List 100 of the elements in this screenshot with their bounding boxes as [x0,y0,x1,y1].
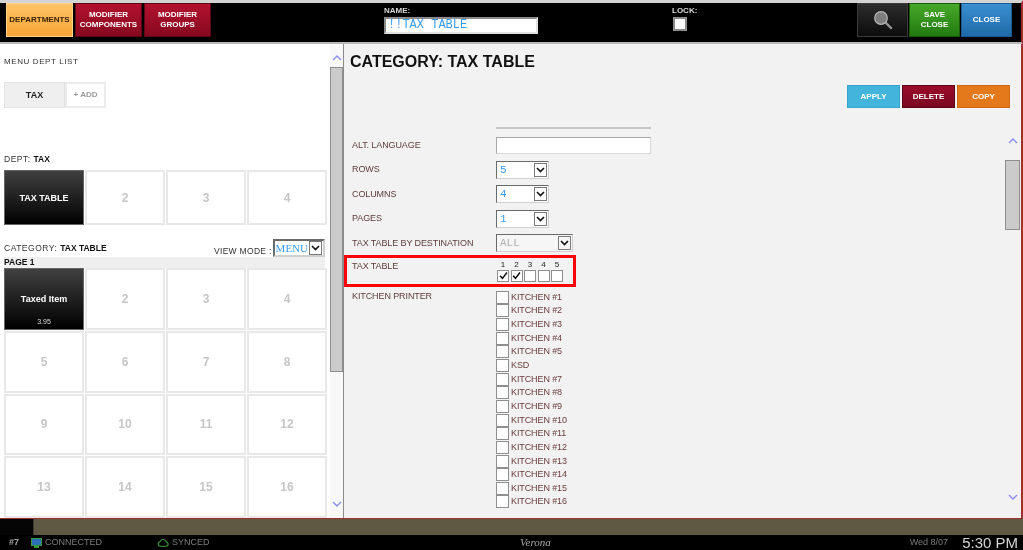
checkbox-label: KITCHEN #13 [511,455,567,467]
department-heading: DEPT: TAX [4,154,50,164]
checkbox-label: 2 [514,259,519,269]
department-tab[interactable]: TAX [4,82,65,108]
empty-slot-button[interactable]: 6 [85,330,165,393]
dropdown[interactable]: 1 [496,209,549,228]
empty-slot-button[interactable]: 13 [4,456,84,518]
checkbox-label: KITCHEN #1 [511,291,562,303]
checkbox[interactable] [496,386,509,400]
checkbox[interactable] [551,269,563,282]
empty-slot-button[interactable]: 8 [247,330,327,393]
checkbox-label: KITCHEN #8 [511,387,562,399]
checkbox-label: KITCHEN #9 [511,400,562,412]
checkbox-label: 4 [541,259,546,269]
scrollbar[interactable] [330,44,343,518]
name-field[interactable]: !!TAX TABLE [384,17,538,34]
add-button[interactable]: + ADD [65,82,106,108]
field-label: TAX TABLE BY DESTINATION [351,237,475,249]
empty-slot-button[interactable]: 10 [85,393,165,456]
computer-icon [31,537,42,548]
empty-slot-button[interactable]: 14 [85,456,165,518]
clock-time: 5:30 PM [962,535,1018,550]
checkbox[interactable] [496,359,509,372]
date: Wed 8/07 [909,537,949,548]
apply-button[interactable]: APPLY [847,85,900,108]
checkbox-label: KITCHEN #15 [511,482,567,494]
dropdown[interactable]: 5 [496,160,549,179]
chevron-down-icon [534,211,547,226]
checkbox[interactable] [537,269,550,282]
checkbox-label: KITCHEN #14 [511,469,567,481]
header-tab[interactable]: MODIFIER GROUPS [144,3,211,37]
empty-slot-button[interactable]: 15 [166,456,246,518]
empty-slot-button[interactable]: 3 [166,170,246,225]
empty-slot-button[interactable]: 9 [4,393,84,456]
chevron-down-icon[interactable] [331,501,342,507]
category-button[interactable]: TAX TABLE [4,170,84,225]
chevron-down-icon [309,241,322,255]
empty-slot-button[interactable]: 11 [166,393,246,456]
sync-status: SYNCED [172,537,210,548]
chevron-down-icon [558,236,571,251]
scrollbar-thumb[interactable] [330,67,343,372]
checkbox[interactable] [496,495,509,509]
save-close-button[interactable]: SAVE CLOSE [909,3,960,37]
cloud-icon [157,538,170,547]
checkbox-label: 1 [500,259,506,269]
checkbox[interactable] [496,481,509,495]
checkbox[interactable] [524,269,536,282]
scrollbar-thumb[interactable] [1005,160,1020,230]
empty-slot-button[interactable]: 2 [85,268,165,330]
checkbox-label: KITCHEN #11 [511,428,567,440]
chevron-down-icon [534,162,547,177]
header-tab[interactable]: DEPARTMENTS [6,3,73,37]
checkbox[interactable] [496,318,509,332]
delete-button[interactable]: DELETE [902,85,955,108]
chevron-up-icon[interactable] [331,55,342,61]
chevron-down-icon [534,187,547,202]
page-label: PAGE 1 [4,257,325,268]
close-button[interactable]: CLOSE [961,3,1012,37]
checkbox[interactable] [497,269,509,282]
lock-checkbox[interactable] [673,17,687,31]
header-tab[interactable]: MODIFIER COMPONENTS [75,3,142,37]
checkbox[interactable] [496,372,509,386]
empty-slot-button[interactable]: 2 [85,170,165,225]
checkbox[interactable] [496,304,509,318]
empty-slot-button[interactable]: 4 [247,170,327,225]
dropdown[interactable]: 4 [496,185,549,204]
empty-slot-button[interactable]: 7 [166,330,246,393]
empty-slot-button[interactable]: 4 [247,268,327,330]
view-mode-dropdown[interactable]: MENU [272,239,325,257]
station-number: #7 [9,537,19,548]
copy-button[interactable]: COPY [957,85,1010,108]
panel-title: MENU DEPT LIST [4,57,79,66]
checkbox[interactable] [496,331,509,345]
search-icon [872,10,893,30]
field-label: KITCHEN PRINTER [351,290,433,302]
chevron-down-icon[interactable] [1007,494,1018,500]
search-button[interactable] [857,3,908,37]
category-heading: CATEGORY: TAX TABLE [4,243,107,255]
checkbox[interactable] [496,427,509,441]
checkbox-label: KITCHEN #3 [511,319,562,331]
empty-slot-button[interactable]: 3 [166,268,246,330]
empty-slot-button[interactable]: 12 [247,393,327,456]
checkbox[interactable] [496,345,509,359]
checkbox-label: KITCHEN #4 [511,332,562,344]
category-title: CATEGORY: TAX TABLE [350,53,535,71]
empty-slot-button[interactable]: 16 [247,456,327,518]
checkbox-label: KITCHEN #5 [511,346,562,358]
text-field[interactable] [496,136,651,154]
chevron-up-icon[interactable] [1007,138,1018,144]
lock-label: LOCK: [672,6,698,15]
empty-slot-button[interactable]: 5 [4,330,84,393]
checkbox-label: KSD [511,360,530,371]
checkbox[interactable] [496,399,509,413]
checkbox[interactable] [510,269,523,282]
checkbox[interactable] [496,413,509,427]
checkbox[interactable] [496,454,509,468]
checkbox[interactable] [496,468,509,482]
checkbox[interactable] [496,440,509,454]
checkbox[interactable] [496,290,509,304]
checkbox-label: 5 [554,259,560,269]
